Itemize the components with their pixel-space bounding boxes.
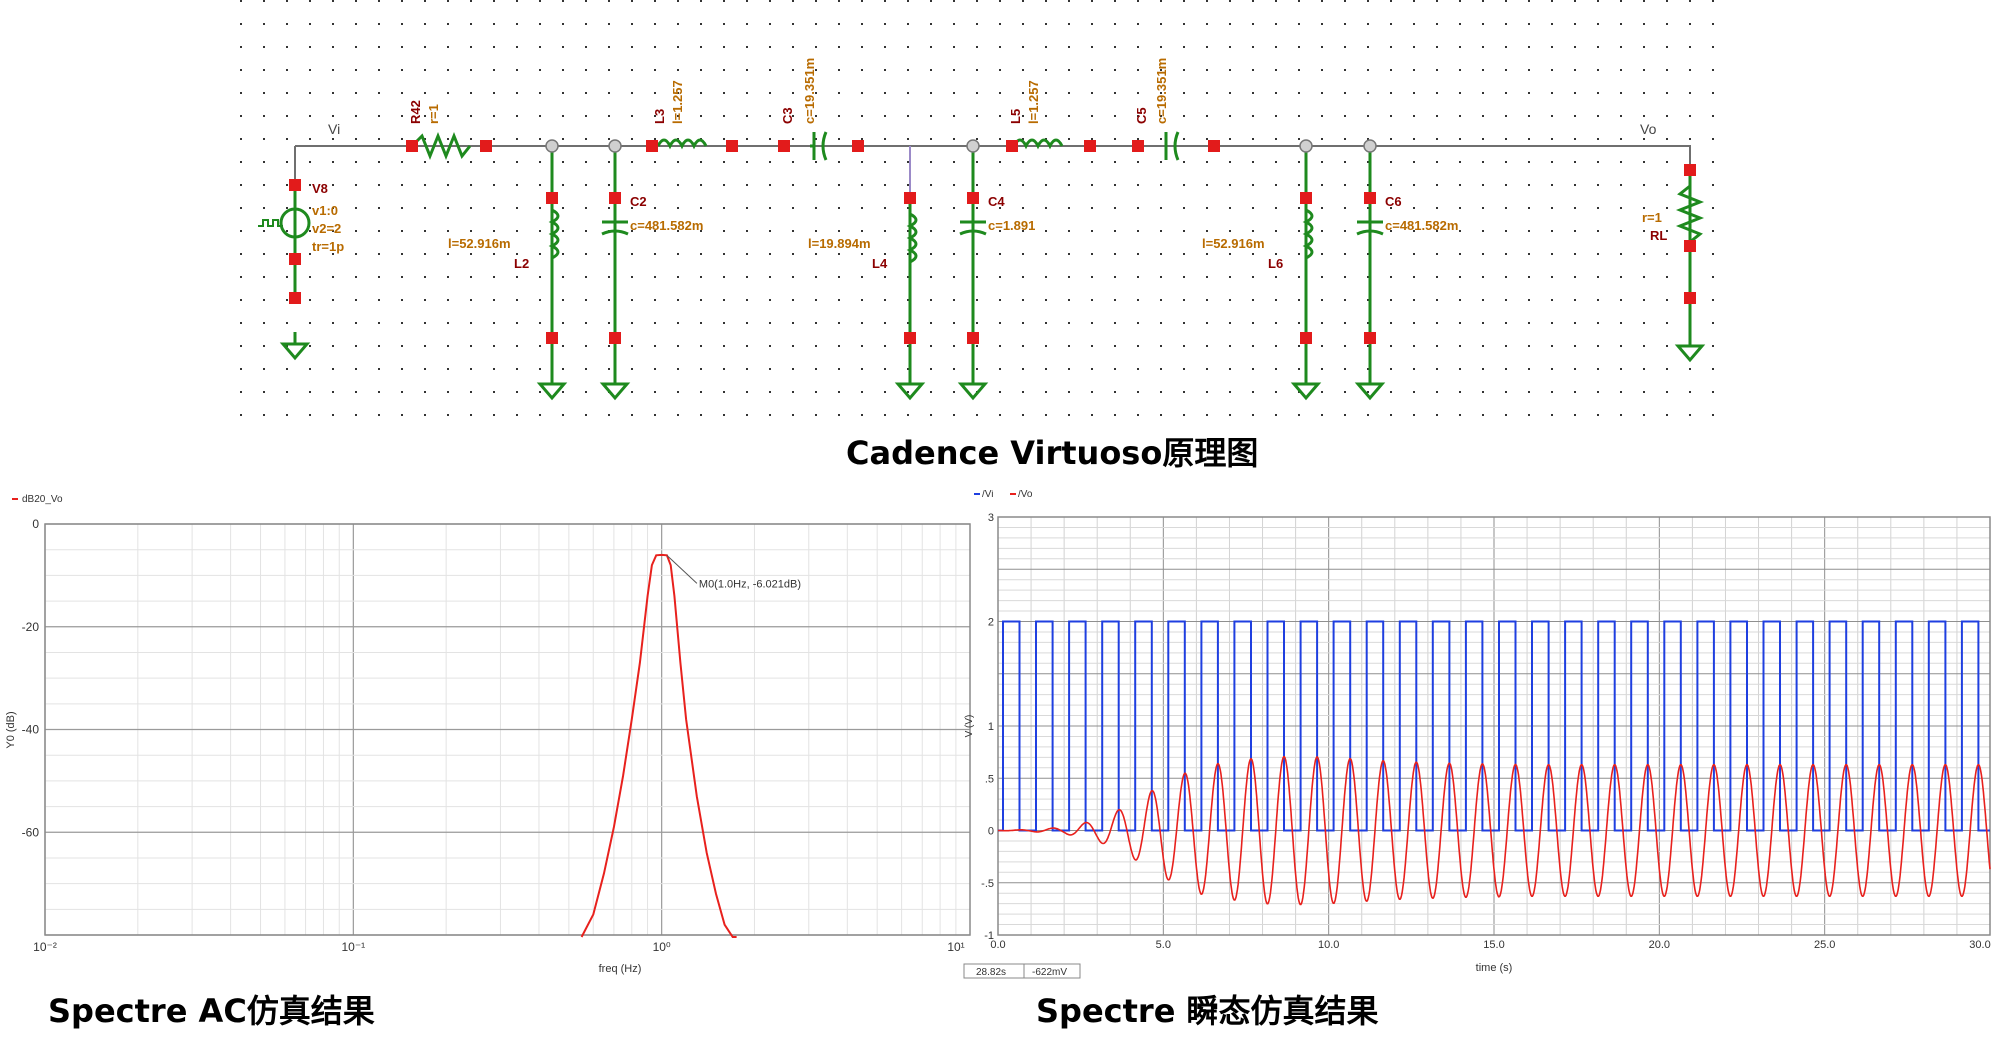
tran-caption: Spectre 瞬态仿真结果: [1036, 992, 1379, 1030]
l4-value: l=19.894m: [808, 236, 871, 251]
tran-plot-panel: /Vi /Vo V (V) time (s) 3 2 1.5 0 -.5 -1 0.0 5.…: [960, 489, 2004, 980]
c4-value: c=1.891: [988, 218, 1035, 233]
r42-name: R42: [408, 100, 423, 124]
tran-xtick-label: 30.0: [1969, 939, 1990, 951]
tran-plot[interactable]: /Vi /Vo V (V) time (s) 321.50-.5-1 0.0 5.…: [960, 489, 2004, 980]
l3-name: L3: [652, 109, 667, 124]
tran-xtick-label: 0.0: [990, 939, 1005, 951]
net-label-vo: Vo: [1640, 121, 1657, 137]
tran-ytick-label: .5: [985, 773, 994, 785]
tran-legend-vo[interactable]: /Vo: [1018, 489, 1033, 500]
c3-value: c=19.351m: [802, 58, 817, 124]
ac-xtick-label: 10⁻¹: [341, 940, 365, 954]
ac-xtick-label: 10⁻²: [33, 940, 57, 954]
rl-name: RL: [1650, 228, 1667, 243]
tran-xtick-label: 25.0: [1814, 939, 1835, 951]
ac-ytick-label: -40: [22, 723, 40, 737]
source-param: v1:0: [312, 203, 338, 218]
tran-ytick-label: 2: [988, 617, 994, 629]
l2-value: l=52.916m: [448, 236, 511, 251]
ac-ytick-label: -20: [22, 620, 40, 634]
c5-name: C5: [1134, 107, 1149, 124]
tran-xtick-label: 5.0: [1156, 939, 1171, 951]
l6-name: L6: [1268, 256, 1283, 271]
l2-name: L2: [514, 256, 529, 271]
ac-ylabel: Y0 (dB): [5, 711, 17, 748]
ac-plot[interactable]: dB20_Vo Y0 (dB) freq (Hz) 0 -20 -40 -60 10⁻…: [0, 490, 990, 980]
c2-value: c=481.582m: [630, 218, 703, 233]
l6-value: l=52.916m: [1202, 236, 1265, 251]
schematic-caption: Cadence Virtuoso原理图: [846, 434, 1259, 472]
tran-ytick-label: 3: [988, 512, 994, 524]
ac-xlabel: freq (Hz): [599, 963, 642, 975]
source-name: V8: [312, 181, 328, 196]
l3-value: l=1.257: [670, 80, 685, 124]
ac-ytick-label: 0: [32, 517, 39, 531]
ac-plot-panel: dB20_Vo Y0 (dB) freq (Hz) 0 -20 -40 -60 10⁻…: [0, 490, 990, 980]
tran-ytick-label: 1: [988, 721, 994, 733]
c4-name: C4: [988, 194, 1005, 209]
ac-ytick-label: -60: [22, 825, 40, 839]
c5-value: c=19.351m: [1154, 58, 1169, 124]
tran-xtick-label: 20.0: [1649, 939, 1670, 951]
rl-value: r=1: [1642, 210, 1662, 225]
tran-ylabel: V (V): [964, 715, 975, 738]
ac-xtick-label: 10⁰: [653, 940, 671, 954]
c2-name: C2: [630, 194, 647, 209]
ac-legend-label[interactable]: dB20_Vo: [22, 494, 63, 505]
tran-ytick-label: -.5: [981, 878, 994, 890]
ac-legend-swatch: [12, 498, 18, 500]
tran-xlabel: time (s): [1476, 962, 1513, 974]
cursor-readout-time: 28.82s: [976, 967, 1006, 978]
l5-name: L5: [1008, 109, 1023, 124]
l5-value: l=1.257: [1026, 80, 1041, 124]
c3-name: C3: [780, 107, 795, 124]
c6-value: c=481.582m: [1385, 218, 1458, 233]
source-param: tr=1p: [312, 239, 344, 254]
ac-grid: [44, 523, 970, 936]
tran-legend-swatch-vo: [1010, 493, 1016, 495]
cursor-readout-value: -622mV: [1032, 967, 1067, 978]
ac-series-line[interactable]: [580, 553, 737, 938]
tran-legend-vi[interactable]: /Vi: [982, 489, 994, 500]
c6-name: C6: [1385, 194, 1402, 209]
net-label-vi: Vi: [328, 121, 340, 137]
ac-caption: Spectre AC仿真结果: [48, 992, 375, 1030]
ac-marker-label[interactable]: M0(1.0Hz, -6.021dB): [699, 578, 801, 590]
l4-name: L4: [872, 256, 888, 271]
r42-value: r=1: [426, 104, 441, 124]
schematic-canvas[interactable]: V8 v1:0 v2=2 tr=1p Vi Vo R42 r=1 L3 l=1.…: [240, 0, 1730, 418]
tran-ytick-label: 0: [988, 826, 994, 838]
source-param: v2=2: [312, 221, 341, 236]
tran-xtick-label: 10.0: [1318, 939, 1339, 951]
tran-legend-swatch-vi: [974, 493, 980, 495]
tran-xtick-label: 15.0: [1483, 939, 1504, 951]
schematic-panel: V8 v1:0 v2=2 tr=1p Vi Vo R42 r=1 L3 l=1.…: [240, 0, 1730, 418]
